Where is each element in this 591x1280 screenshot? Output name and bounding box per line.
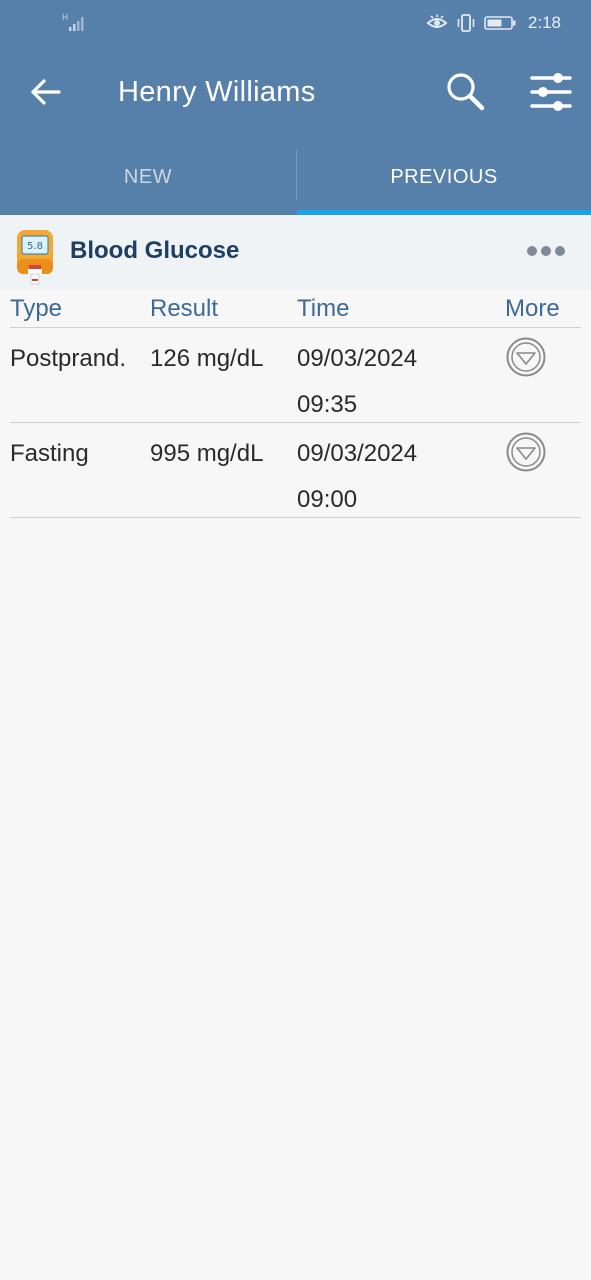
meter-reading: 5.8	[27, 241, 43, 252]
cell-result: 126 mg/dL	[150, 345, 264, 372]
table-row: Fasting 995 mg/dL 09/03/2024 09:00	[10, 423, 581, 518]
tab-new[interactable]: NEW	[0, 140, 296, 215]
cell-result: 995 mg/dL	[150, 440, 264, 467]
column-header-more: More	[505, 295, 560, 322]
status-bar: H 2:18	[0, 0, 591, 46]
eye-icon	[426, 14, 448, 28]
cell-time: 09/03/2024 09:00	[297, 431, 417, 523]
section-title: Blood Glucose	[70, 237, 240, 264]
more-options-icon[interactable]	[522, 242, 570, 260]
expand-down-icon[interactable]	[505, 431, 547, 473]
signal-icon: H	[62, 13, 84, 31]
column-header-time: Time	[297, 295, 350, 322]
cell-time: 09/03/2024 09:35	[297, 336, 417, 428]
cell-type: Fasting	[10, 440, 89, 467]
patient-name-title: Henry Williams	[118, 76, 316, 108]
status-right: 2:18	[426, 11, 561, 35]
tab-previous[interactable]: PREVIOUS	[297, 140, 591, 215]
app-bar: Henry Williams	[0, 46, 591, 140]
battery-icon	[484, 16, 516, 30]
vibrate-icon	[457, 14, 475, 32]
tab-bar: NEW PREVIOUS	[0, 140, 591, 215]
back-arrow-icon[interactable]	[26, 72, 66, 112]
blood-glucose-section-header: 5.8 Blood Glucose	[0, 215, 591, 289]
cell-type: Postprand.	[10, 345, 127, 372]
row-divider	[10, 517, 581, 518]
top-bar: H 2:18 Henry Williams NEW PREVIOUS	[0, 0, 591, 215]
status-time: 2:18	[527, 13, 561, 32]
cell-date-text: 09/03/2024	[297, 345, 418, 372]
expand-down-icon[interactable]	[505, 336, 547, 378]
search-icon[interactable]	[444, 70, 488, 114]
column-header-type: Type	[10, 295, 63, 322]
svg-text:H: H	[62, 13, 68, 22]
glucose-meter-icon: 5.8	[17, 230, 53, 285]
filter-sliders-icon[interactable]	[528, 70, 574, 114]
cell-date-text: 09/03/2024	[297, 440, 418, 467]
column-header-result: Result	[150, 295, 219, 322]
table-row: Postprand. 126 mg/dL 09/03/2024 09:35	[10, 328, 581, 423]
